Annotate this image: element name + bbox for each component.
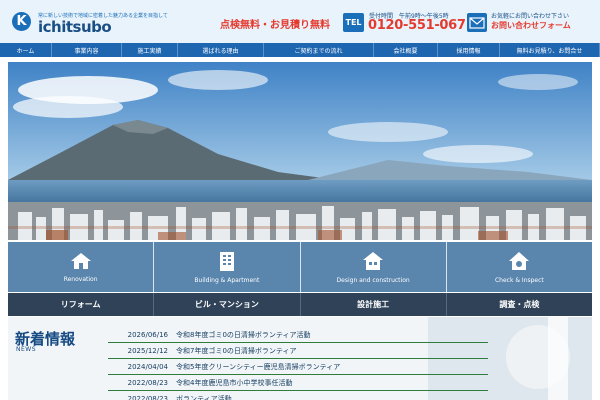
news-date: 2022/08/23 (127, 378, 168, 387)
feature-tile-3[interactable]: Design and construction (300, 242, 447, 292)
mail-icon[interactable] (467, 13, 487, 32)
news-date: 2025/12/12 (127, 346, 168, 355)
nav-business[interactable]: 事業内容 (52, 43, 122, 57)
nav-contact[interactable]: 無料お見積り、お問合せ (500, 43, 600, 57)
news-date: 2022/08/23 (127, 394, 168, 400)
main-nav: ホーム 事業内容 施工実績 選ばれる理由 ご契約までの流れ 会社概要 採用情報 無料お見積り、… (0, 43, 600, 57)
phone-number-link[interactable]: 0120-551-067 (368, 18, 466, 33)
service-button-1[interactable]: リフォーム (8, 293, 155, 316)
site-header: K 常に新しい技術で地域に密着した魅力ある企業を目指して ichitsubo 点… (0, 0, 600, 43)
feature-tile-label: Check & Inspect (494, 276, 544, 284)
contact-note: お気軽にお問い合わせ下さい (491, 13, 570, 20)
news-item[interactable]: 2026/06/16 令和8年度ゴミ0の日清掃ボランティア活動 (108, 327, 488, 343)
feature-tile-label: Building & Apartment (194, 276, 260, 284)
brand-logo[interactable]: ichitsubo (38, 18, 112, 36)
feature-tiles: Renovation Building & Apartment Design and… (8, 242, 592, 292)
logo-mark[interactable]: K (12, 12, 31, 31)
house-icon (70, 252, 92, 272)
news-item[interactable]: 2022/08/23 令和4年度鹿児島市小中学校事任活動 (108, 375, 488, 391)
news-link[interactable]: 令和7年度ゴミ0の日清掃ボランティア (176, 346, 297, 356)
nav-company[interactable]: 会社概要 (374, 43, 438, 57)
phone-icon: TEL (343, 13, 364, 32)
news-link[interactable]: 令和8年度ゴミ0の日清掃ボランティア活動 (176, 330, 311, 340)
service-button-2[interactable]: ビル・マンション (154, 293, 301, 316)
service-bar: リフォーム ビル・マンション 設計施工 調査・点検 (8, 293, 592, 316)
nav-recruit[interactable]: 採用情報 (438, 43, 500, 57)
feature-tile-1[interactable]: Renovation (8, 242, 155, 292)
hero-image (8, 62, 592, 240)
nav-reasons[interactable]: 選ばれる理由 (178, 43, 264, 57)
news-item[interactable]: 2022/08/23 ボランティア活動 (108, 391, 488, 400)
feature-tile-2[interactable]: Building & Apartment (154, 242, 301, 292)
service-button-3[interactable]: 設計施工 (301, 293, 447, 316)
feature-tile-label: Renovation (63, 275, 98, 283)
nav-works[interactable]: 施工実績 (122, 43, 178, 57)
feature-tile-label: Design and construction (336, 276, 410, 284)
free-quote-banner: 点検無料・お見積り無料 (220, 20, 330, 31)
feature-tile-4[interactable]: Check & Inspect (446, 242, 592, 292)
inspect-house-icon (508, 251, 530, 273)
news-link[interactable]: 令和5年度クリーンシティー鹿児島清掃ボランティア (176, 362, 340, 372)
building-icon (218, 251, 236, 273)
news-item[interactable]: 2024/04/04 令和5年度クリーンシティー鹿児島清掃ボランティア (108, 359, 488, 375)
news-date: 2026/06/16 (127, 330, 168, 339)
news-section: 新着情報 NEWS 2026/06/16 令和8年度ゴミ0の日清掃ボランティア活動… (8, 317, 592, 400)
news-date: 2024/04/04 (127, 362, 168, 371)
nav-flow[interactable]: ご契約までの流れ (264, 43, 374, 57)
service-button-4[interactable]: 調査・点検 (447, 293, 592, 316)
news-item[interactable]: 2025/12/12 令和7年度ゴミ0の日清掃ボランティア (108, 343, 488, 359)
volcano-city-photo (8, 62, 592, 240)
news-link[interactable]: 令和4年度鹿児島市小中学校事任活動 (176, 378, 292, 388)
contact-form-link[interactable]: お問い合わせフォーム (491, 20, 571, 31)
design-icon (362, 251, 384, 273)
news-link[interactable]: ボランティア活動 (176, 394, 232, 400)
news-subtitle: NEWS (16, 346, 37, 353)
news-list: 2026/06/16 令和8年度ゴミ0の日清掃ボランティア活動 2025/12/12… (108, 327, 488, 400)
nav-home[interactable]: ホーム (0, 43, 52, 57)
